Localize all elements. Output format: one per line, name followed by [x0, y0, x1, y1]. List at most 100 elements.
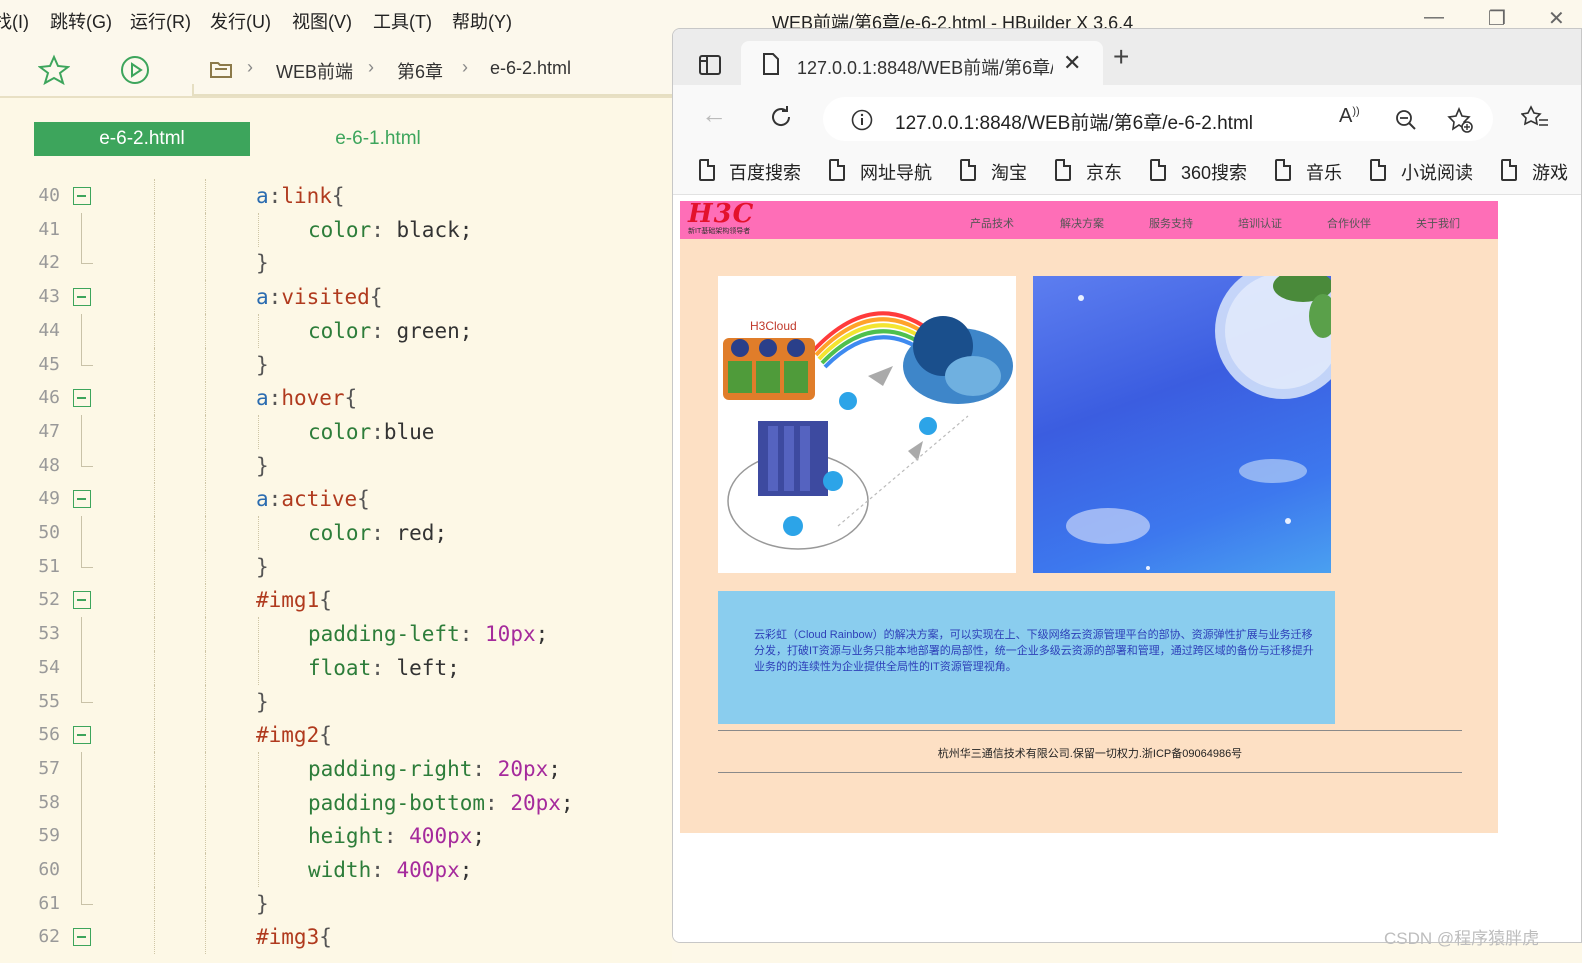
- code-token: px: [535, 790, 561, 815]
- indent-guide: [205, 516, 206, 550]
- code-text: }: [256, 550, 269, 584]
- fold-toggle-icon[interactable]: [73, 726, 91, 745]
- folder-icon: [210, 62, 232, 78]
- indent-guide: [205, 179, 206, 213]
- zoom-out-icon[interactable]: [1395, 109, 1417, 131]
- nav-solutions[interactable]: 解决方案: [1060, 215, 1104, 231]
- add-favorite-icon[interactable]: [1447, 107, 1473, 133]
- line-number: 50: [38, 522, 60, 543]
- tab-e-6-2[interactable]: e-6-2.html: [34, 122, 250, 156]
- fold-toggle-icon[interactable]: [73, 490, 91, 509]
- fold-guide: [81, 347, 82, 366]
- fold-toggle-icon[interactable]: [73, 187, 91, 205]
- tab-actions-icon[interactable]: [699, 55, 721, 75]
- new-tab-icon[interactable]: +: [1113, 43, 1129, 71]
- code-line[interactable]: 43 a:visited{: [0, 280, 672, 315]
- browser-tab[interactable]: 127.0.0.1:8848/WEB前端/第6章/e-6-2.html ✕: [741, 41, 1103, 87]
- nav-partners[interactable]: 合作伙伴: [1327, 215, 1371, 231]
- breadcrumb-project[interactable]: WEB前端: [276, 58, 353, 84]
- code-line[interactable]: 49 a:active{: [0, 482, 672, 517]
- indent-guide: [154, 179, 155, 213]
- bookmark-360[interactable]: 360搜索: [1181, 159, 1247, 185]
- code-token: 20: [510, 790, 536, 815]
- menu-help[interactable]: 帮助(Y): [452, 8, 512, 34]
- code-line[interactable]: 40 a:link{: [0, 179, 672, 213]
- code-line[interactable]: 57 padding-right: 20px;: [0, 751, 672, 786]
- code-token: px: [522, 756, 549, 781]
- breadcrumb-file[interactable]: e-6-2.html: [490, 58, 571, 79]
- breadcrumb-folder[interactable]: 第6章: [397, 58, 443, 84]
- site-logo[interactable]: H3C: [688, 201, 754, 227]
- url-text[interactable]: 127.0.0.1:8848/WEB前端/第6章/e-6-2.html: [895, 108, 1253, 135]
- code-text: padding-bottom: 20px;: [308, 786, 574, 820]
- code-line[interactable]: 41 color: black;: [0, 212, 672, 247]
- code-line[interactable]: 59 height: 400px;: [0, 819, 672, 854]
- line-number: 53: [38, 623, 60, 645]
- fold-toggle-icon[interactable]: [73, 928, 91, 947]
- bookmark-nav[interactable]: 网址导航: [860, 159, 932, 185]
- menu-run[interactable]: 运行(R): [130, 8, 191, 34]
- moon-sky-image: [1033, 276, 1331, 573]
- indent-guide: [154, 819, 155, 854]
- code-text: #img1{: [256, 583, 332, 617]
- fold-toggle-icon[interactable]: [73, 591, 91, 610]
- bookmark-novel[interactable]: 小说阅读: [1401, 159, 1473, 185]
- back-icon[interactable]: ←: [701, 99, 727, 130]
- bookmark-music[interactable]: 音乐: [1306, 159, 1342, 185]
- code-line[interactable]: 44 color: green;: [0, 313, 672, 348]
- code-line[interactable]: 55}: [0, 684, 672, 719]
- code-line[interactable]: 53 padding-left: 10px;: [0, 617, 672, 652]
- nav-training[interactable]: 培训认证: [1238, 215, 1282, 231]
- fold-toggle-icon[interactable]: [73, 389, 91, 408]
- nav-products[interactable]: 产品技术: [970, 215, 1014, 231]
- bookmark-jd[interactable]: 京东: [1086, 159, 1122, 185]
- read-aloud-icon[interactable]: A)): [1339, 105, 1360, 128]
- code-line[interactable]: 54 float: left;: [0, 650, 672, 685]
- code-line[interactable]: 62 #img3{: [0, 920, 672, 955]
- code-line[interactable]: 46 a:hover{: [0, 381, 672, 416]
- indent-guide: [154, 650, 155, 685]
- code-line[interactable]: 52 #img1{: [0, 583, 672, 618]
- star-icon[interactable]: [38, 54, 70, 86]
- tab-e-6-1[interactable]: e-6-1.html: [268, 122, 488, 156]
- bookmark-games[interactable]: 游戏: [1532, 159, 1568, 185]
- indent-guide: [154, 482, 155, 517]
- code-text: padding-left: 10px;: [308, 617, 548, 651]
- code-line[interactable]: 61}: [0, 886, 672, 921]
- code-line[interactable]: 51}: [0, 549, 672, 584]
- nav-support[interactable]: 服务支持: [1149, 215, 1193, 231]
- info-icon[interactable]: [851, 109, 873, 131]
- code-line[interactable]: 47 color:blue: [0, 414, 672, 449]
- code-line[interactable]: 48}: [0, 448, 672, 483]
- minimize-icon[interactable]: —: [1424, 6, 1444, 29]
- address-bar[interactable]: 127.0.0.1:8848/WEB前端/第6章/e-6-2.html A)): [823, 97, 1493, 141]
- close-tab-icon[interactable]: ✕: [1063, 50, 1081, 76]
- bookmark-taobao[interactable]: 淘宝: [991, 159, 1027, 185]
- code-token: {: [319, 723, 332, 748]
- bookmark-baidu[interactable]: 百度搜索: [729, 159, 801, 185]
- indent-guide: [205, 212, 206, 247]
- nav-about[interactable]: 关于我们: [1416, 215, 1460, 231]
- code-line[interactable]: 42}: [0, 246, 672, 281]
- code-token: :: [371, 419, 384, 444]
- line-number: 57: [38, 757, 60, 779]
- browser-navbar: ← 127.0.0.1:8848/WEB前端/第6章/e-6-2.html A)…: [673, 85, 1581, 147]
- code-line[interactable]: 58 padding-bottom: 20px;: [0, 785, 672, 820]
- code-line[interactable]: 45}: [0, 347, 672, 382]
- fold-toggle-icon[interactable]: [73, 288, 91, 307]
- menu-tools[interactable]: 工具(T): [373, 8, 432, 34]
- fold-guide: [81, 516, 82, 550]
- favorites-icon[interactable]: [1521, 105, 1549, 129]
- refresh-icon[interactable]: [769, 105, 793, 129]
- menu-goto[interactable]: 跳转(G): [50, 8, 112, 34]
- indent-guide: [258, 785, 259, 820]
- menu-find[interactable]: 找(I): [0, 8, 29, 34]
- run-icon[interactable]: [119, 54, 151, 86]
- code-editor[interactable]: e-6-2.html e-6-1.html 40 a:link{41 color: …: [0, 96, 672, 963]
- code-line[interactable]: 60 width: 400px;: [0, 853, 672, 887]
- code-line[interactable]: 50 color: red;: [0, 516, 672, 550]
- menu-view[interactable]: 视图(V): [292, 8, 352, 34]
- code-line[interactable]: 56 #img2{: [0, 718, 672, 753]
- menu-publish[interactable]: 发行(U): [210, 8, 271, 34]
- code-token: ;: [560, 790, 574, 815]
